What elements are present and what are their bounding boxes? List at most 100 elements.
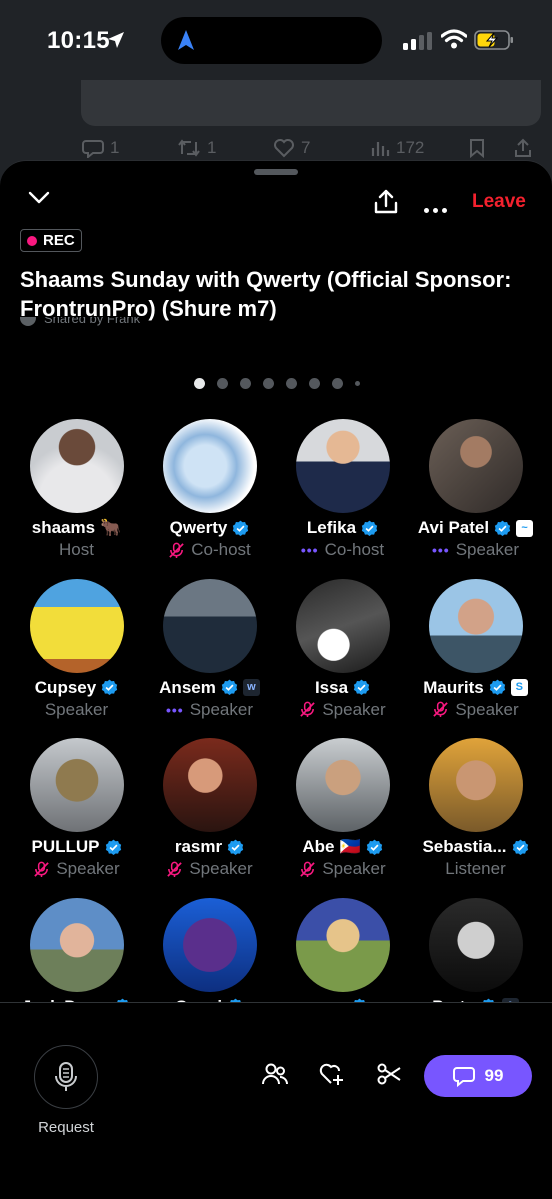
share-icon [515,138,531,157]
leave-button[interactable]: Leave [472,191,526,213]
participant-role: Co-host [191,540,251,559]
feed-views: 172 [370,138,424,158]
view-count: 172 [396,138,425,157]
clip-scissors-icon[interactable] [376,1062,402,1086]
page-dot [194,378,205,389]
participant-avatar[interactable] [296,738,390,832]
chat-bubble-icon [452,1067,475,1087]
page-dot [240,378,251,389]
more-options-icon[interactable] [424,200,451,218]
participant-name-row: shaams 🐂 [10,518,143,538]
participant-role: Speaker [189,859,253,878]
views-icon [371,142,390,156]
page-dot [263,378,274,389]
participant-avatar[interactable] [429,419,523,513]
page-indicator[interactable] [194,378,360,389]
participant-card[interactable]: Ansem w ••• Speaker [143,578,276,739]
participant-avatar[interactable] [296,578,390,673]
participant-name: Avi Patel [417,518,490,537]
dynamic-island [161,17,382,64]
verified-badge-icon [489,679,505,695]
participant-card[interactable]: Issa Speaker [276,578,409,739]
participant-name-row: Ansem w [143,678,276,698]
participant-avatar[interactable] [429,897,523,992]
participant-card[interactable]: Lefika ••• Co-host [276,419,409,579]
participant-card[interactable]: Cupsey Speaker [10,578,143,739]
status-bar: 10:15 [0,0,552,80]
navigation-icon [178,30,194,50]
participant-name-row: Lefika [276,518,409,538]
participant-avatar[interactable] [296,419,390,513]
participant-avatar[interactable] [163,578,257,673]
feed-media-preview [81,80,541,126]
participant-avatar[interactable] [429,738,523,832]
participant-role: Speaker [455,699,519,719]
location-arrow-icon [108,32,124,48]
participant-card[interactable]: Avi Patel ~ ••• Speaker [409,419,542,579]
bottom-bar: Request 99 [0,1002,552,1199]
heart-plus-icon[interactable] [319,1062,345,1086]
participant-card[interactable]: Jack Duv... [10,897,143,1002]
participant-avatar[interactable] [30,738,124,832]
page-dot [217,378,228,389]
speaking-indicator-icon: ••• [431,542,450,558]
participant-card[interactable]: Sebastia... Listener [409,738,542,898]
feed-reply: 1 [82,138,119,158]
participant-name-row: Issa [276,678,409,698]
participant-avatar[interactable] [30,897,124,992]
participant-avatar[interactable] [296,897,390,992]
participant-card[interactable]: Maurits S Speaker [409,578,542,739]
chat-button[interactable]: 99 [424,1055,532,1097]
participant-name: Qwerty [169,518,228,537]
speaking-indicator-icon: ••• [300,542,319,558]
participant-name-row: Sebastia... [409,837,542,857]
sheet-grabber[interactable] [254,169,298,175]
chevron-down-icon[interactable] [28,191,50,205]
participant-emoji: 🇵🇭 [339,837,361,856]
participant-card[interactable]: PartaA [409,897,542,1002]
recording-badge: REC [20,229,82,252]
repost-icon [178,139,200,157]
shared-by-label: Shared by Frank [44,317,141,326]
participant-card[interactable]: rasmr Speaker [143,738,276,898]
participant-role: Speaker [322,699,386,719]
participant-avatar[interactable] [429,578,523,673]
participant-avatar[interactable] [163,419,257,513]
participant-role-row: Speaker [409,700,542,720]
wifi-icon [441,29,467,49]
participant-name-row: PULLUP [10,837,143,857]
verified-badge-icon [494,520,511,536]
participant-card[interactable]: can [276,897,409,1002]
recording-label: REC [43,232,75,249]
participant-avatar[interactable] [163,897,257,992]
participant-role: Co-host [324,540,385,559]
people-icon[interactable] [262,1062,288,1086]
muted-mic-icon [300,701,316,718]
verified-badge-icon [233,520,249,536]
participant-avatar[interactable] [163,738,257,832]
share-icon[interactable] [372,188,400,216]
muted-mic-icon [300,861,316,877]
participant-avatar[interactable] [30,578,124,673]
participant-role: Host [59,540,94,559]
heart-icon [274,139,294,158]
cellular-signal-icon [403,32,432,50]
participant-card[interactable]: shaams 🐂 Host [10,419,143,579]
feed-actions: 1 1 7 172 [80,138,531,162]
participant-card[interactable]: Qwerty Co-host [143,419,276,579]
feed-repost: 1 [177,138,216,158]
participant-card[interactable]: Abe 🇵🇭 Speaker [276,738,409,898]
affiliate-badge-icon: ~ [516,519,534,537]
participant-name: Abe [302,837,335,856]
participant-card[interactable]: PULLUP Speaker [10,738,143,898]
participant-name-row: Avi Patel ~ [409,518,542,538]
verified-badge-icon [353,679,370,695]
recording-dot [27,235,37,246]
shared-by: Shared by Frank [20,317,140,329]
participant-card[interactable]: Qwari [143,897,276,1002]
verified-badge-icon [361,520,378,536]
participant-avatar[interactable] [30,419,124,513]
participant-role-row: Host [10,540,143,560]
muted-mic-icon [167,861,183,877]
request-mic-button[interactable] [34,1045,98,1109]
